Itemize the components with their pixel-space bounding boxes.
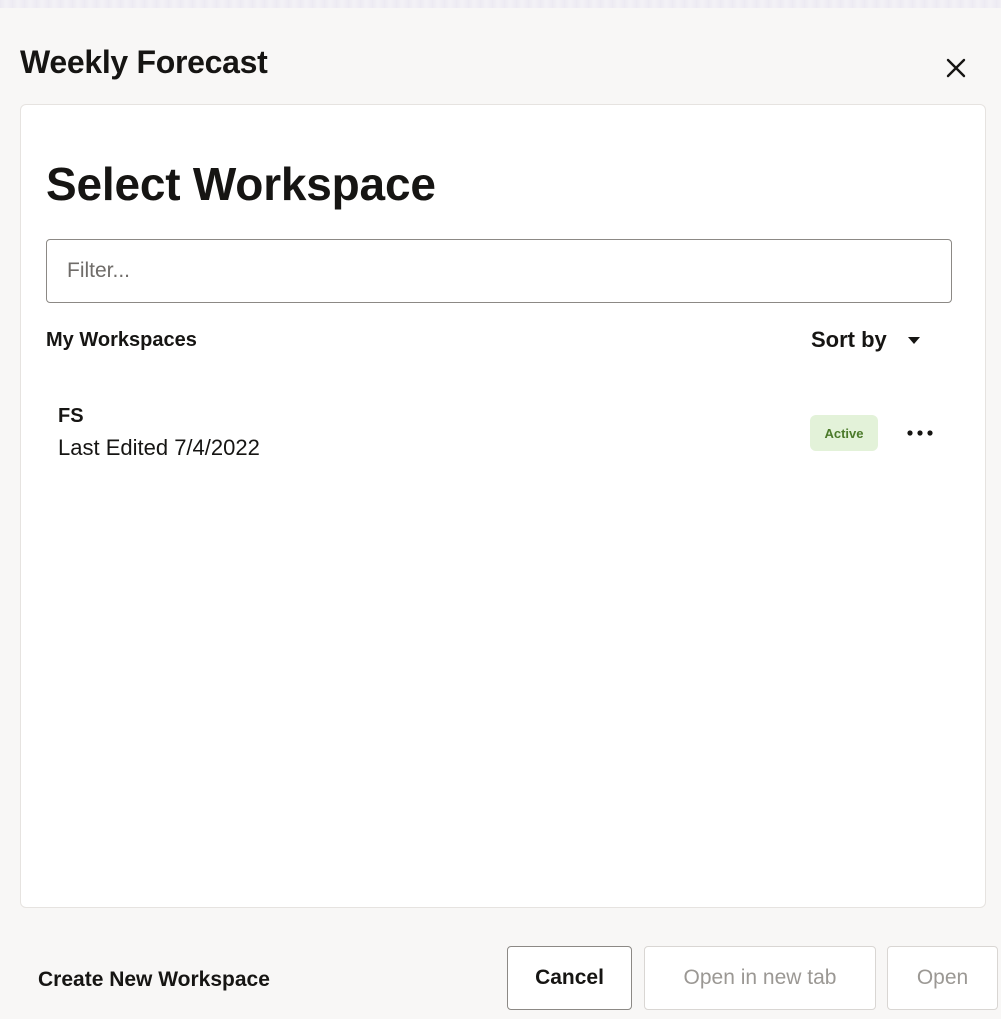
page-title: Select Workspace	[46, 158, 436, 210]
sort-by-button[interactable]: Sort by	[811, 327, 921, 353]
workspace-last-edited: Last Edited 7/4/2022	[58, 435, 260, 460]
more-actions-button[interactable]	[898, 411, 942, 455]
create-new-workspace-link[interactable]: Create New Workspace	[38, 968, 270, 992]
dialog-title: Weekly Forecast	[20, 44, 268, 80]
caret-down-icon	[907, 336, 921, 345]
close-button[interactable]	[934, 46, 978, 90]
open-in-new-tab-button[interactable]: Open in new tab	[644, 946, 876, 1010]
workspace-name: FS	[58, 405, 84, 427]
close-icon	[946, 58, 966, 78]
dialog-footer: Create New Workspace Cancel Open in new …	[0, 930, 1001, 1019]
workspace-panel: Select Workspace My Workspaces Sort by F…	[20, 104, 986, 908]
workspace-list-item[interactable]: FS Last Edited 7/4/2022 Active	[46, 395, 952, 475]
weekly-forecast-dialog: Weekly Forecast Select Workspace My Work…	[0, 0, 1001, 1019]
sort-by-label: Sort by	[811, 327, 887, 352]
my-workspaces-label: My Workspaces	[46, 329, 197, 351]
more-horizontal-icon	[906, 424, 934, 442]
dialog-header: Weekly Forecast	[0, 0, 1001, 100]
status-badge: Active	[810, 415, 878, 451]
filter-input[interactable]	[46, 239, 952, 303]
open-button[interactable]: Open	[887, 946, 998, 1010]
cancel-button[interactable]: Cancel	[507, 946, 632, 1010]
